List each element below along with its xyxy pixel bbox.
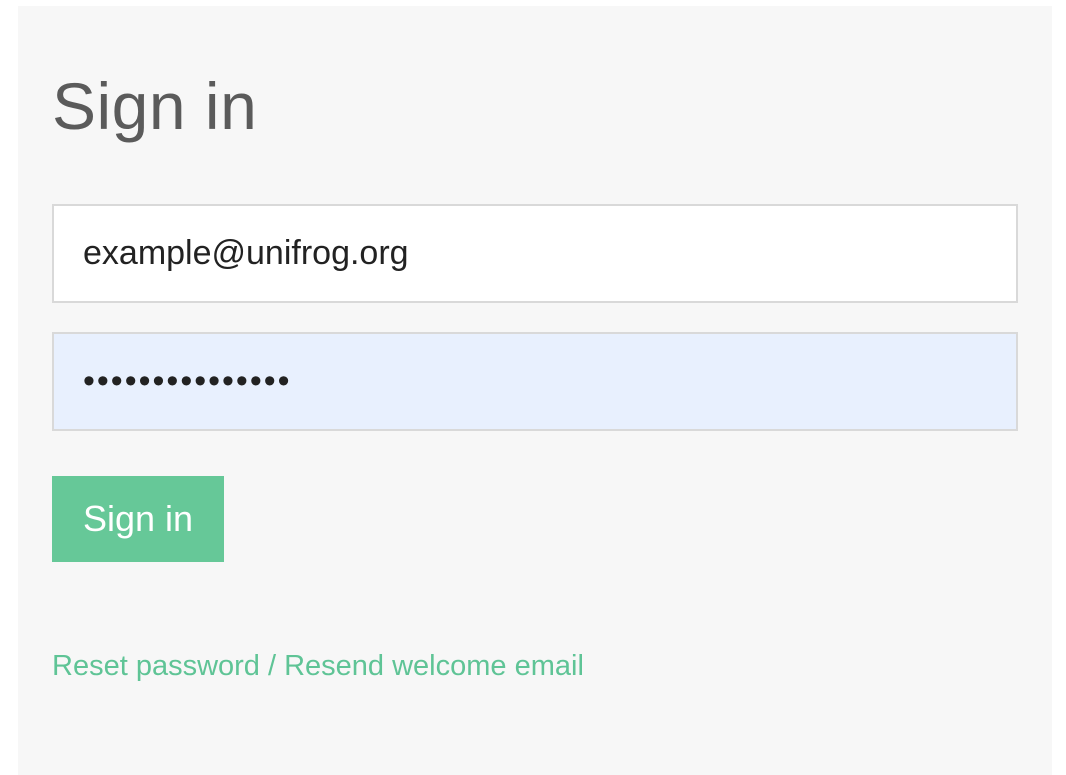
password-field[interactable] (52, 332, 1018, 431)
email-field[interactable] (52, 204, 1018, 303)
sign-in-button[interactable]: Sign in (52, 476, 224, 562)
reset-password-link[interactable]: Reset password / Resend welcome email (52, 650, 584, 683)
page-title: Sign in (52, 69, 258, 143)
